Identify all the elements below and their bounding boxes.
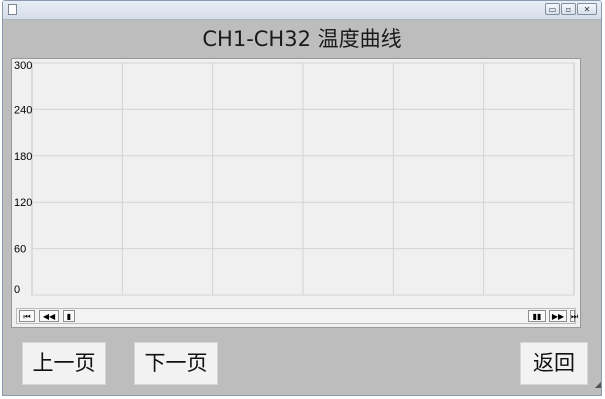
- y-tick-label: 0: [14, 284, 20, 296]
- y-tick-label: 60: [14, 244, 26, 256]
- scroll-next-button[interactable]: ▶▶: [549, 310, 567, 322]
- scroll-prev-button[interactable]: ◀◀: [39, 310, 59, 322]
- next-page-button[interactable]: 下一页: [134, 342, 218, 385]
- prev-page-button[interactable]: 上一页: [22, 342, 106, 385]
- scroll-first-button[interactable]: ⏮: [19, 310, 35, 322]
- chart-scrollbar[interactable]: ⏮ ◀◀ ▮ ▮▮ ▶▶ ⏭: [16, 308, 578, 324]
- page-title: CH1-CH32 温度曲线: [202, 27, 402, 51]
- scroll-last-button[interactable]: ⏭: [570, 310, 578, 322]
- y-tick-label: 180: [14, 151, 32, 163]
- scroll-thumb[interactable]: ▮: [63, 310, 75, 322]
- app-icon: [8, 4, 17, 15]
- resize-grip-icon[interactable]: ◢: [595, 380, 601, 389]
- title-bar: ▭ ▫ ✕: [3, 1, 601, 20]
- close-button[interactable]: ✕: [577, 3, 597, 15]
- chart-svg: 300 240 180 120 60 0: [14, 60, 575, 296]
- app-window: ▭ ▫ ✕ CH1-CH32 温度曲线 300 240 180 120 60 0 ⏮ ◀◀…: [2, 0, 602, 396]
- scroll-pause-button[interactable]: ▮▮: [528, 310, 546, 322]
- back-button[interactable]: 返回: [520, 342, 588, 385]
- temperature-chart: 300 240 180 120 60 0 ⏮ ◀◀ ▮ ▮▮ ▶▶ ⏭: [11, 58, 581, 328]
- y-tick-label: 120: [14, 197, 32, 209]
- minimize-button[interactable]: ▭: [545, 3, 560, 15]
- y-tick-label: 300: [14, 60, 32, 72]
- y-tick-label: 240: [14, 104, 32, 116]
- maximize-button[interactable]: ▫: [561, 3, 576, 15]
